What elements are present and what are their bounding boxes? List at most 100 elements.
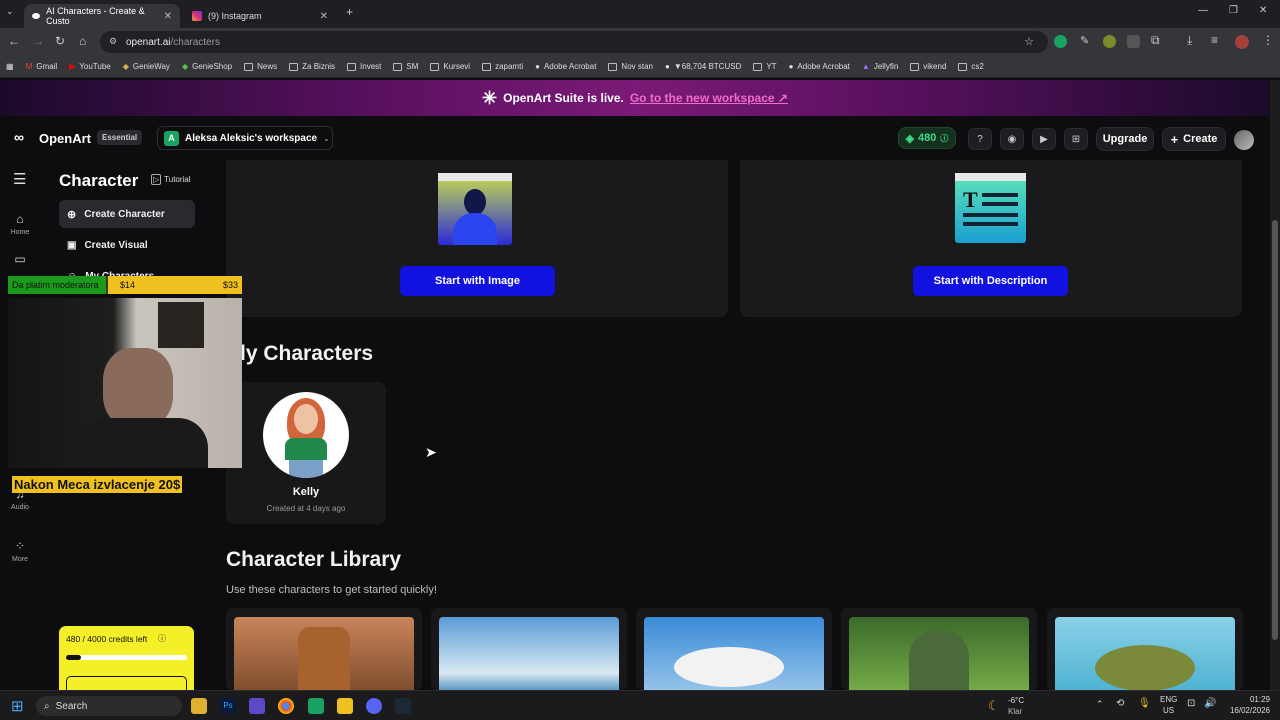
bookmark-adobe-acrobat[interactable]: ● Adobe Acrobat [529,62,602,71]
app-icon[interactable] [308,698,324,714]
bookmark-youtube[interactable]: ▶ YouTube [63,62,117,71]
discord-icon[interactable]: ◉ [1000,128,1024,150]
page-scrollbar[interactable] [1270,80,1280,690]
tray-chevron-icon[interactable]: ⌃ [1096,699,1104,710]
openart-logo-icon[interactable]: ∞ [14,129,24,145]
sidebar-item-create-character[interactable]: ⊕ Create Character [59,200,195,228]
upgrade-button[interactable]: Upgrade [1096,127,1154,151]
minimize-icon[interactable]: — [1198,5,1208,16]
library-card[interactable] [226,608,422,690]
app-logo[interactable]: OpenArt [39,131,91,146]
start-with-description-card[interactable]: T Start with Description [740,160,1242,317]
bookmark-news[interactable]: News [238,62,283,71]
scrollbar-thumb[interactable] [1272,220,1278,640]
address-bar[interactable]: ⚙ openart.ai/characters ☆ [100,31,1048,53]
start-with-image-card[interactable]: Start with Image [226,160,728,317]
microphone-icon[interactable]: 🎙 [1138,698,1151,709]
lang-primary[interactable]: ENG [1160,695,1177,704]
webcam-feed [8,298,242,468]
app-icon[interactable] [337,698,353,714]
banner-link[interactable]: Go to the new workspace ↗ [630,91,788,105]
get-credits-button[interactable] [66,676,187,690]
bookmark-nov-stan[interactable]: Nov stan [602,62,659,71]
close-window-icon[interactable]: ✕ [1259,5,1267,16]
lang-secondary[interactable]: US [1163,706,1174,715]
tray-app-icon[interactable]: ⟲ [1116,698,1124,709]
bookmark-gmail[interactable]: M Gmail [20,62,64,71]
rail-more[interactable]: ⁘ More [0,539,40,563]
genieshop-icon: ◆ [181,62,189,71]
bookmark-yt[interactable]: YT [747,62,782,71]
help-icon[interactable]: ? [968,128,992,150]
start-with-description-button[interactable]: Start with Description [913,266,1068,296]
site-info-icon[interactable]: ⚙ [109,36,117,47]
extension-grammarly-icon[interactable] [1054,35,1067,48]
character-card-kelly[interactable]: Kelly Created at 4 days ago [226,382,386,524]
gift-icon[interactable]: ⊞ [1064,128,1088,150]
rail-home[interactable]: ⌂ Home [0,212,40,236]
close-tab-icon[interactable]: ✕ [164,11,172,22]
windows-start-icon[interactable]: ⊞ [11,697,24,715]
text-line [982,193,1018,197]
clock-date[interactable]: 16/02/2026 [1222,706,1270,715]
bookmark-kursevi[interactable]: Kursevi [424,62,476,71]
bookmark-btcusd[interactable]: ● ▼68,704 BTCUSD [659,62,747,71]
discord-icon[interactable] [366,698,382,714]
bookmark-genieway[interactable]: ◆ GenieWay [117,62,176,71]
browser-menu-icon[interactable]: ⋮ [1262,33,1274,47]
download-icon[interactable]: ⤓ [1187,33,1192,48]
video-tutorial-icon[interactable]: ▶ [1032,128,1056,150]
library-card[interactable] [841,608,1037,690]
library-card[interactable] [1047,608,1243,690]
media-controls-icon[interactable]: ≡ [1211,33,1218,47]
forward-icon[interactable]: → [32,34,44,48]
bookmark-invest[interactable]: Invest [341,62,387,71]
maximize-icon[interactable]: ❐ [1229,5,1238,16]
reload-icon[interactable]: ↻ [55,34,65,48]
home-icon[interactable]: ⌂ [79,34,86,48]
teams-icon[interactable] [249,698,265,714]
network-icon[interactable]: ⊡ [1187,698,1195,709]
extension-icon[interactable] [1103,35,1116,48]
extensions-puzzle-icon[interactable]: ⧉ [1151,33,1160,48]
rail-files[interactable]: ▭ [0,252,40,269]
taskbar-search[interactable]: ⌕ Search [36,696,182,716]
user-avatar[interactable] [1234,130,1254,150]
extension-icon[interactable] [1127,35,1140,48]
tab-openart[interactable]: AI Characters - Create & Custo ✕ [24,4,180,28]
create-button[interactable]: + Create [1162,127,1226,151]
bookmark-jellyfin[interactable]: ▲ Jellyfin [856,62,904,71]
sidebar-item-create-visual[interactable]: ▣ Create Visual [59,231,195,259]
library-image [234,617,414,690]
weather-moon-icon[interactable]: ☾ [988,698,1000,714]
volume-icon[interactable]: 🔊 [1204,698,1216,709]
bookmark-za-biznis[interactable]: Za Biznis [283,62,341,71]
bookmark-zapamti[interactable]: zapamti [476,62,529,71]
bookmark-sm[interactable]: SM [387,62,424,71]
bookmark-genieshop[interactable]: ◆ GenieShop [176,62,238,71]
tutorial-link[interactable]: ▷ Tutorial [151,174,191,185]
library-card[interactable] [431,608,627,690]
tab-search-icon[interactable]: ⌄ [6,6,14,17]
file-explorer-icon[interactable] [191,698,207,714]
bookmark-star-icon[interactable]: ☆ [1024,35,1034,48]
workspace-switcher[interactable]: A Aleksa Aleksic's workspace ⌄ [157,126,333,150]
apps-grid-icon[interactable]: ▦ [0,62,20,71]
bookmark-vikend[interactable]: vikend [904,62,952,71]
profile-avatar[interactable] [1235,35,1249,49]
credits-indicator[interactable]: ◈ 480 ⓘ [898,127,956,149]
collapse-menu-icon[interactable]: ☰ [13,170,26,188]
tab-instagram[interactable]: (9) Instagram ✕ [184,4,336,28]
start-with-image-button[interactable]: Start with Image [400,266,555,296]
new-tab-icon[interactable]: + [346,5,353,19]
bookmark-adobe-acrobat-2[interactable]: ● Adobe Acrobat [783,62,856,71]
clock-time[interactable]: 01:29 [1222,695,1270,704]
photoshop-icon[interactable]: Ps [220,698,236,714]
bookmark-cs2[interactable]: cs2 [952,62,989,71]
extension-pen-icon[interactable]: ✎ [1080,34,1089,47]
steam-icon[interactable] [395,698,411,714]
back-icon[interactable]: ← [8,34,20,48]
library-card[interactable] [636,608,832,690]
chrome-icon[interactable] [278,698,294,714]
close-tab-icon[interactable]: ✕ [320,11,328,22]
